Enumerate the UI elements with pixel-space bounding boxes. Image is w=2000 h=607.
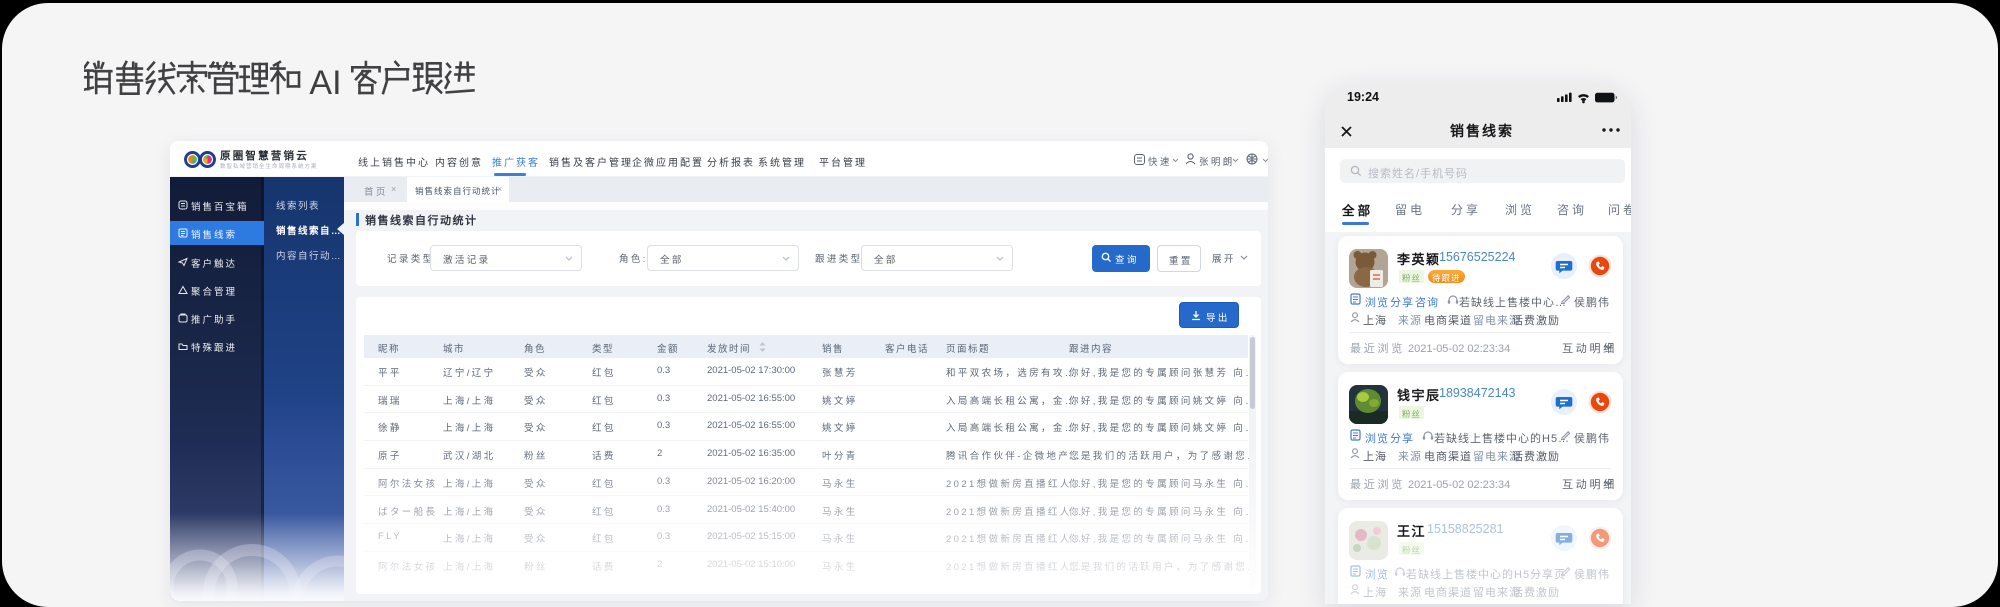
svg-text:AI: AI <box>309 64 341 102</box>
